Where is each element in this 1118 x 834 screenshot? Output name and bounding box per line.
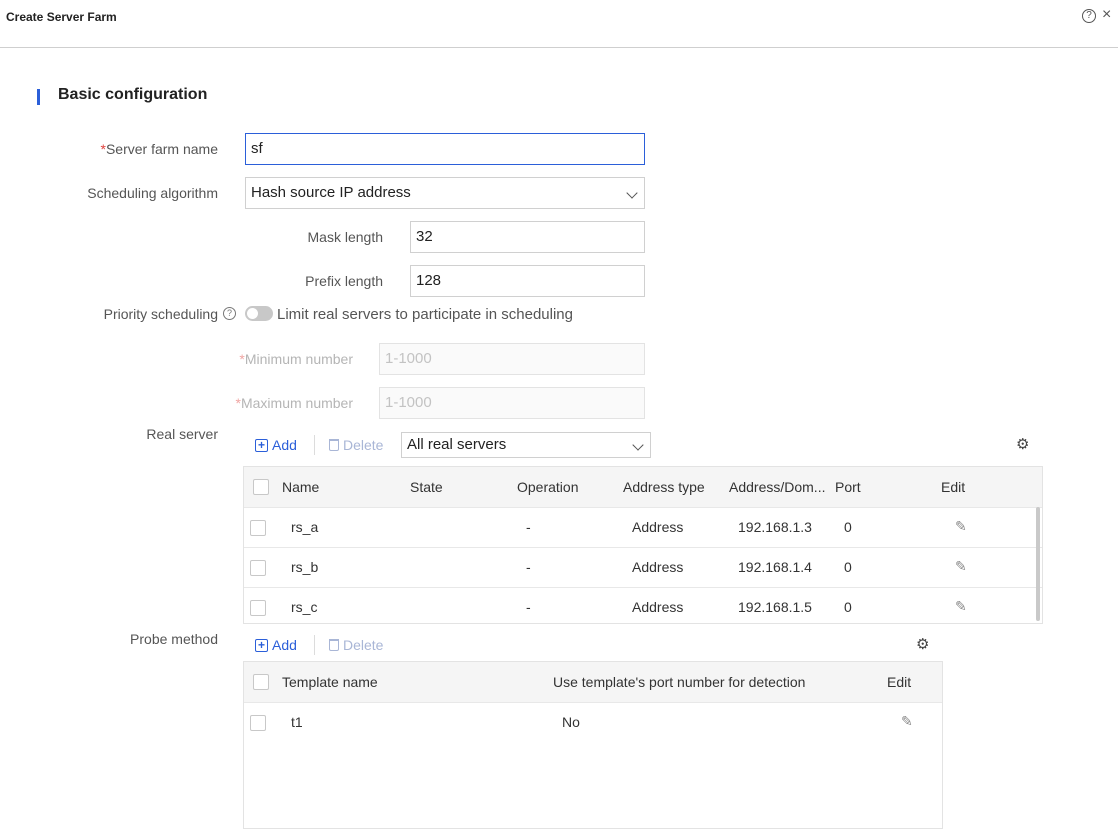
cell-address: 192.168.1.5 [738, 599, 812, 615]
real-server-filter-value: All real servers [407, 436, 507, 453]
server-farm-name-input[interactable]: sf [245, 133, 645, 165]
row-checkbox[interactable] [250, 560, 266, 576]
edit-pencil-icon[interactable]: ✎ [901, 713, 913, 730]
row-checkbox[interactable] [250, 520, 266, 536]
edit-pencil-icon[interactable]: ✎ [955, 558, 967, 575]
cell-operation: - [526, 599, 531, 615]
vertical-scrollbar[interactable] [1036, 507, 1040, 621]
cell-port: 0 [844, 519, 852, 535]
trash-icon [329, 439, 339, 451]
help-icon[interactable]: ? [1082, 9, 1096, 23]
section-title: Basic configuration [58, 86, 208, 103]
column-header[interactable]: Use template's port number for detection [553, 674, 805, 690]
maximum-number-label: *Maximum number [235, 395, 353, 411]
gear-icon[interactable]: ⚙ [916, 637, 929, 652]
add-icon: + [255, 638, 268, 652]
cell-operation: - [526, 559, 531, 575]
minimum-number-input[interactable]: 1-1000 [379, 343, 645, 375]
minimum-number-label: *Minimum number [239, 351, 353, 367]
table-row[interactable]: rs_a - Address 192.168.1.3 0 ✎ [244, 507, 1042, 547]
select-all-checkbox[interactable] [253, 479, 269, 495]
cell-use-template-port: No [562, 714, 580, 730]
maximum-number-input[interactable]: 1-1000 [379, 387, 645, 419]
probe-method-add-button[interactable]: + Add [255, 637, 297, 653]
probe-method-delete-button[interactable]: Delete [329, 637, 383, 653]
scheduling-algorithm-select[interactable]: Hash source IP address [245, 177, 645, 209]
section-accent-bar [37, 89, 40, 105]
column-header[interactable]: Operation [517, 479, 578, 495]
column-header[interactable]: Address type [623, 479, 705, 495]
prefix-length-input[interactable]: 128 [410, 265, 645, 297]
cell-address: 192.168.1.3 [738, 519, 812, 535]
mask-length-input[interactable]: 32 [410, 221, 645, 253]
mask-length-label: Mask length [307, 229, 383, 245]
toolbar-divider [314, 435, 315, 455]
dialog-header: Create Server Farm ? × [0, 0, 1118, 48]
edit-pencil-icon[interactable]: ✎ [955, 598, 967, 615]
cell-name: rs_c [291, 599, 318, 615]
real-server-add-button[interactable]: + Add [255, 437, 297, 453]
trash-icon [329, 639, 339, 651]
row-checkbox[interactable] [250, 715, 266, 731]
toggle-knob [247, 308, 258, 319]
dialog-title: Create Server Farm [6, 10, 117, 24]
cell-address-type: Address [632, 599, 684, 615]
column-header[interactable]: Port [835, 479, 861, 495]
close-icon[interactable]: × [1102, 6, 1111, 24]
real-server-table: Name State Operation Address type Addres… [243, 466, 1043, 624]
toolbar-divider [314, 635, 315, 655]
cell-port: 0 [844, 599, 852, 615]
probe-method-label: Probe method [130, 631, 218, 647]
real-server-filter-select[interactable]: All real servers [401, 432, 651, 458]
gear-icon[interactable]: ⚙ [1016, 437, 1029, 452]
add-icon: + [255, 438, 268, 452]
table-row[interactable]: t1 No ✎ [244, 702, 942, 742]
column-header[interactable]: Address/Dom... [729, 479, 825, 495]
table-header: Template name Use template's port number… [244, 662, 942, 702]
select-all-checkbox[interactable] [253, 674, 269, 690]
priority-scheduling-toggle-text: Limit real servers to participate in sch… [277, 306, 573, 323]
cell-operation: - [526, 519, 531, 535]
cell-name: rs_b [291, 559, 319, 575]
real-server-delete-button[interactable]: Delete [329, 437, 383, 453]
column-header: Edit [887, 674, 912, 690]
cell-port: 0 [844, 559, 852, 575]
cell-address-type: Address [632, 559, 684, 575]
column-header[interactable]: Name [282, 479, 319, 495]
column-header: Edit [941, 479, 966, 495]
table-header: Name State Operation Address type Addres… [244, 467, 1042, 507]
chevron-down-icon [632, 439, 644, 451]
cell-address: 192.168.1.4 [738, 559, 812, 575]
priority-scheduling-toggle[interactable] [245, 306, 273, 321]
priority-scheduling-label: Priority scheduling [103, 306, 218, 322]
table-row[interactable]: rs_b - Address 192.168.1.4 0 ✎ [244, 547, 1042, 587]
column-header[interactable]: Template name [282, 674, 378, 690]
server-farm-name-label: *Server farm name [100, 141, 219, 157]
cell-template-name: t1 [291, 714, 303, 730]
scheduling-algorithm-label: Scheduling algorithm [87, 185, 218, 201]
real-server-label: Real server [146, 426, 218, 442]
scheduling-algorithm-value: Hash source IP address [251, 184, 411, 201]
cell-address-type: Address [632, 519, 684, 535]
row-checkbox[interactable] [250, 600, 266, 616]
prefix-length-label: Prefix length [305, 273, 383, 289]
table-row[interactable]: rs_c - Address 192.168.1.5 0 ✎ [244, 587, 1042, 627]
cell-name: rs_a [291, 519, 319, 535]
column-header[interactable]: State [410, 479, 443, 495]
help-circle-icon[interactable]: ? [223, 307, 236, 320]
edit-pencil-icon[interactable]: ✎ [955, 518, 967, 535]
chevron-down-icon [626, 187, 638, 199]
probe-method-table: Template name Use template's port number… [243, 661, 943, 829]
